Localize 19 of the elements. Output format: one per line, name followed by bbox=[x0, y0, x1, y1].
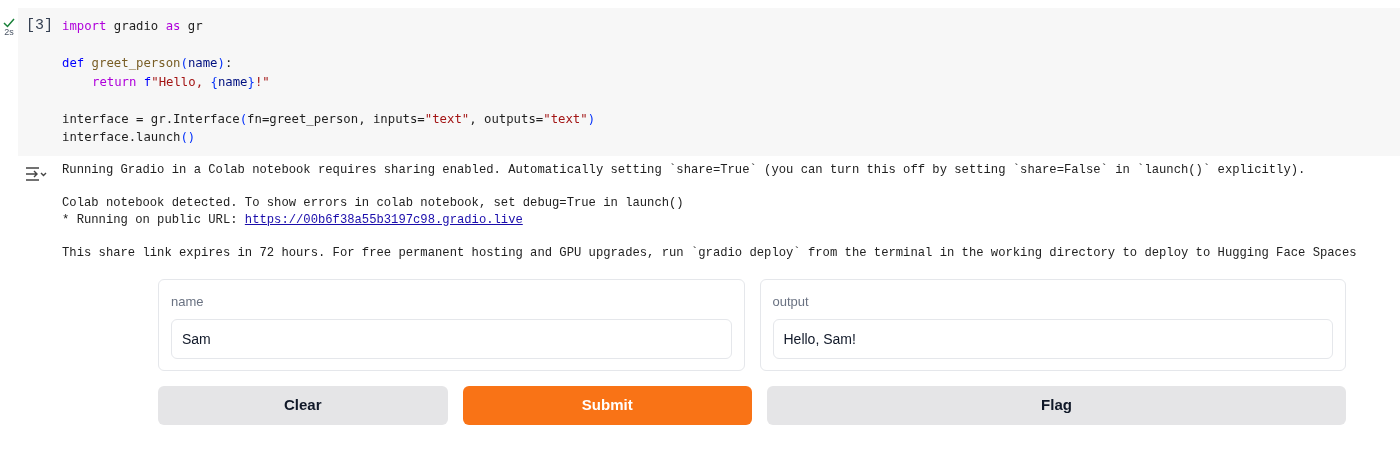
code-line: def greet_person(name): bbox=[62, 55, 233, 72]
field-label: output bbox=[772, 292, 810, 311]
input-field[interactable]: Sam bbox=[171, 319, 732, 359]
action-button[interactable]: Flag bbox=[767, 386, 1346, 425]
output-field[interactable]: Hello, Sam! bbox=[772, 319, 1333, 359]
code-line: import gradio as gr bbox=[62, 18, 203, 35]
action-button[interactable]: Clear bbox=[158, 386, 448, 425]
run-duration: 2s bbox=[4, 28, 14, 37]
output-line: Colab notebook detected. To show errors in colab notebook, set debug=True in launch() bbox=[62, 194, 684, 212]
url-link[interactable]: https://00b6f38a55b3197c98.gradio.live bbox=[244, 212, 523, 227]
code-line: interface = gr.Interface(fn=greet_person, inputs="text", outputs="text") bbox=[62, 110, 596, 128]
field-label: name bbox=[171, 292, 205, 311]
output-line: * Running on public URL: https://00b6f38a55b3197c98.gradio.live bbox=[62, 211, 523, 229]
execution-count: [3] bbox=[25, 17, 54, 36]
code-line: return f"Hello, {name}!" bbox=[91, 73, 270, 91]
output-toggle-icon[interactable] bbox=[25, 165, 47, 182]
code-line: interface.launch() bbox=[62, 129, 196, 146]
output-line: Running Gradio in a Colab notebook requires sharing enabled. Automatically setting `share=True` (you can turn this off by setting `share=False` in `launch()` explicitly). bbox=[62, 161, 1306, 179]
output-line: This share link expires in 72 hours. For free permanent hosting and GPU upgrades, run `gradio deploy` from the terminal in the working directory to deploy to Hugging Face Spaces bbox=[62, 244, 1357, 262]
